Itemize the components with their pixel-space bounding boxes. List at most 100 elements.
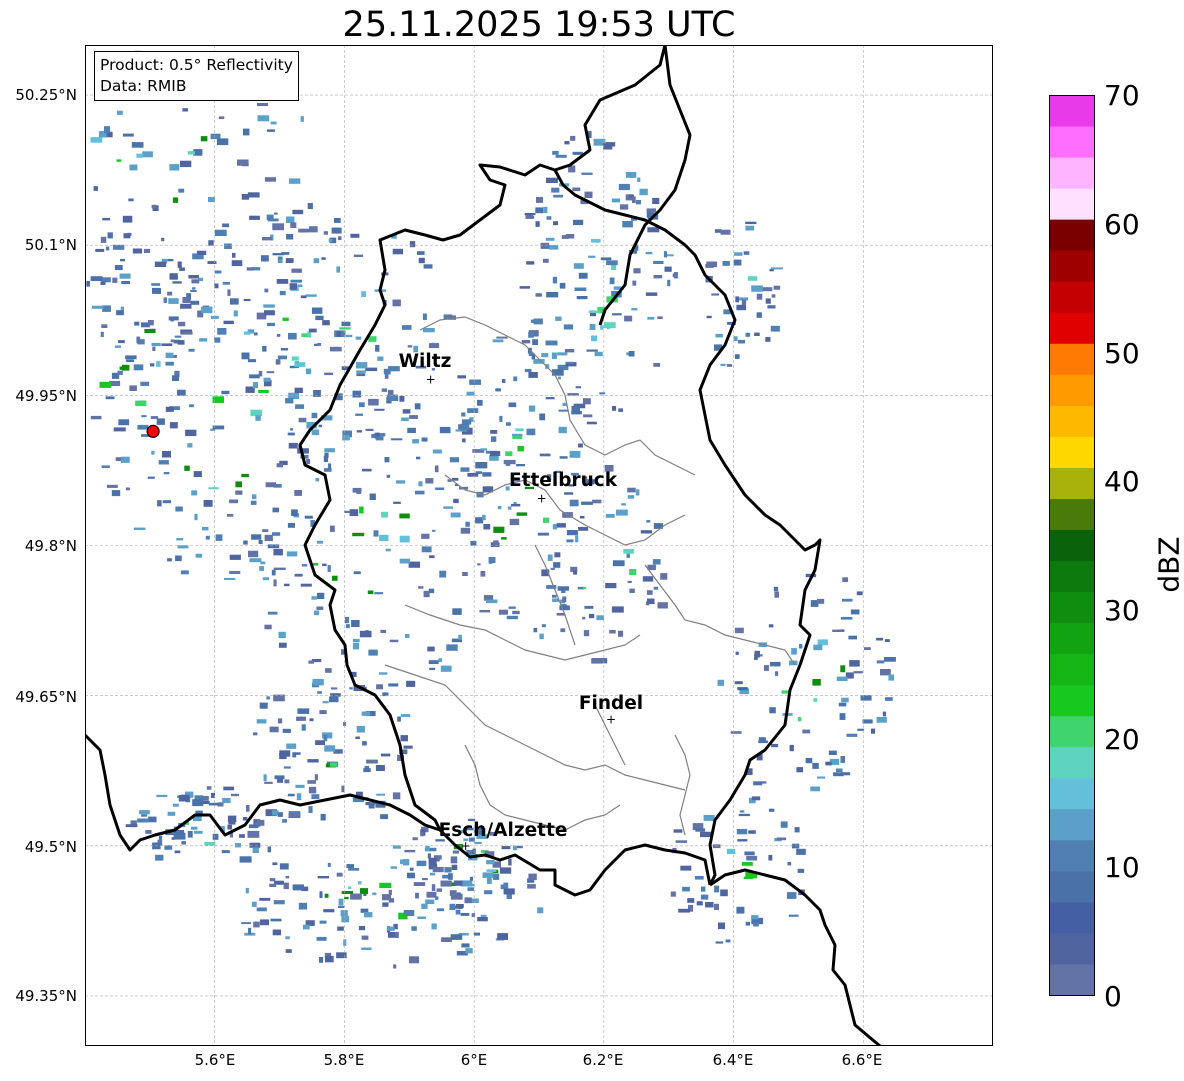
echo-pixel [285,936,290,940]
radar-map[interactable]: + + + + [85,45,993,1046]
echo-pixel [177,321,186,327]
echo-pixel [647,227,660,233]
chart-title: 25.11.2025 19:53 UTC [342,5,736,45]
echo-pixel [368,803,375,809]
echo-pixel [712,844,721,849]
echo-pixel [508,606,516,609]
echo-pixel [334,218,341,223]
echo-pixel [348,886,352,889]
echo-pixel [165,352,174,359]
echo-pixel [172,197,178,203]
echo-pixel [273,567,286,570]
echo-pixel [208,487,219,490]
product-info-box: Product: 0.5° Reflectivity Data: RMIB [94,51,299,101]
echo-pixel [771,294,776,298]
echo-pixel [306,459,311,464]
echo-pixel [284,779,290,784]
echo-pixel [313,562,319,566]
echo-pixel [751,285,763,292]
echo-pixel [376,436,384,441]
echo-pixel [493,540,499,547]
echo-pixel [888,674,895,681]
echo-pixel [206,786,212,790]
echo-pixel [503,888,515,895]
echo-pixel [449,903,456,910]
echo-pixel [329,696,339,703]
echo-pixel [805,758,813,764]
echo-pixel [120,258,125,262]
echo-pixel [425,846,430,851]
echo-pixel [300,295,307,299]
graticule [85,45,993,1046]
colorbar-band [1049,498,1095,530]
echo-pixel [736,304,746,311]
echo-pixel [619,204,629,210]
echo-pixel [746,855,758,861]
echo-pixel [841,772,851,776]
echo-pixel [565,361,573,364]
echo-pixel [214,270,222,274]
echo-pixel [521,340,531,344]
echo-pixel [828,750,837,755]
echo-pixel [517,445,524,452]
echo-pixel [332,575,338,581]
echo-pixel [720,889,728,897]
echo-pixel [552,276,558,284]
echo-pixel [427,853,431,859]
echo-pixel [624,315,633,322]
echo-pixel [156,794,168,797]
echo-pixel [557,376,561,380]
echo-pixel [174,850,181,854]
echo-pixel [116,310,124,316]
echo-pixel [467,472,479,477]
colorbar-band [1049,808,1095,841]
echo-pixel [711,293,719,296]
echo-pixel [276,463,283,468]
echo-pixel [412,837,418,841]
echo-pixel [259,919,270,926]
echo-pixel [190,300,200,305]
echo-pixel [737,339,745,344]
echo-pixel [495,388,501,392]
echo-pixel [700,831,712,838]
echo-pixel [570,135,576,141]
echo-pixel [194,513,198,521]
echo-pixel [646,208,657,213]
echo-pixel [618,408,623,412]
echo-pixel [552,524,558,530]
echo-pixel [194,795,204,800]
echo-pixel [337,926,344,931]
echo-pixel [499,867,512,874]
echo-pixel [493,873,500,880]
echo-pixel [533,627,538,633]
echo-pixel [486,599,498,604]
map-canvas[interactable]: ++++ [85,45,993,1046]
echo-pixel [812,679,821,686]
echo-pixel [235,843,241,848]
radar-site-marker[interactable] [146,424,160,438]
echo-pixel [571,410,582,415]
echo-pixel [503,882,509,889]
echo-pixel [184,465,190,471]
echo-pixel [285,875,290,879]
echo-pixel [579,515,585,519]
colorbar-band [1049,95,1095,127]
echo-pixel [139,810,150,815]
echo-pixel [375,765,385,771]
echo-pixel [243,128,250,136]
echo-pixel [769,661,781,667]
echo-pixel [813,698,818,702]
echo-pixel [359,888,368,895]
colorbar-band [1049,281,1095,313]
echo-pixel [455,909,461,915]
echo-pixel [432,449,442,454]
echo-pixel [825,761,832,766]
echo-pixel [117,370,123,375]
echo-pixel [416,860,427,867]
echo-pixel [456,892,461,896]
echo-pixel [512,435,523,440]
echo-pixel [365,428,374,431]
echo-pixel [582,587,586,590]
echo-pixel [734,354,740,359]
echo-pixel [292,209,304,215]
